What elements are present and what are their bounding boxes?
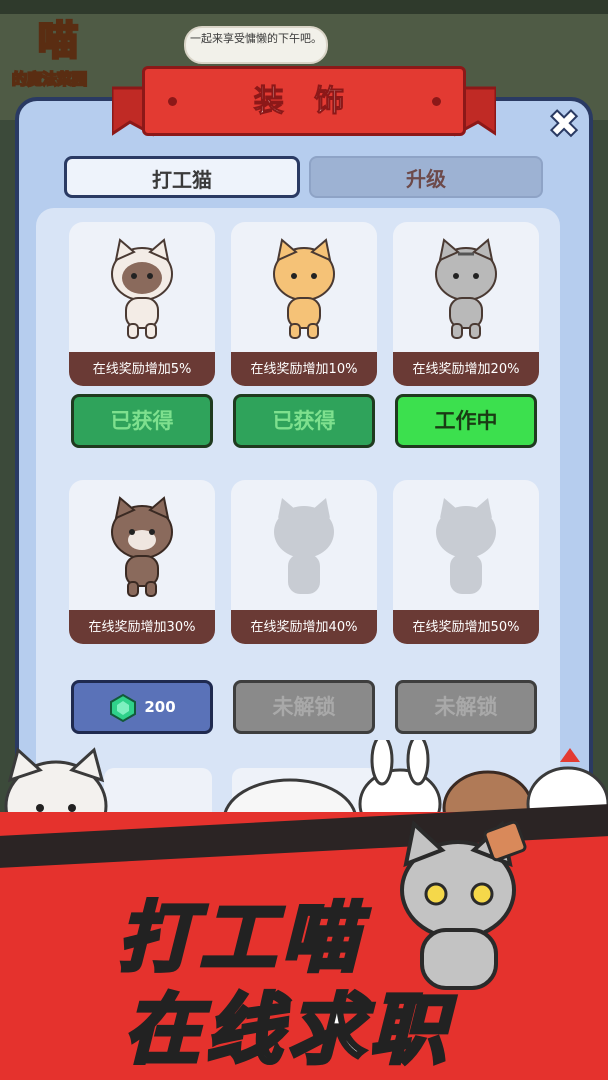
owned-button[interactable]: 已获得 [71, 394, 213, 448]
tab-upgrade[interactable]: 升级 [309, 156, 543, 198]
bonus-label: 在线奖励增加30% [69, 610, 215, 644]
cat-card[interactable]: 在线奖励增加5% [69, 222, 215, 386]
cat-card[interactable]: 在线奖励增加10% [231, 222, 377, 386]
bonus-label: 在线奖励增加40% [231, 610, 377, 644]
bonus-label: 在线奖励增加20% [393, 352, 539, 386]
logo-sub: 的魔法菜园 [11, 69, 88, 89]
cat-card[interactable]: 在线奖励增加50% [393, 480, 539, 644]
cat-gray-tabby-icon [435, 238, 497, 339]
cat-card[interactable]: 在线奖励增加40% [231, 480, 377, 644]
bonus-label: 在线奖励增加50% [393, 610, 539, 644]
working-button[interactable]: 工作中 [395, 394, 537, 448]
gem-icon [110, 693, 137, 722]
cat-silhouette-icon [436, 498, 496, 594]
cat-silhouette-icon [274, 498, 334, 594]
locked-button[interactable]: 未解锁 [395, 680, 537, 734]
buy-with-gems-button[interactable]: 200 [71, 680, 213, 734]
cat-brown-icon [111, 496, 173, 597]
speech-bubble: 一起来享受慵懒的下午吧。 [184, 26, 328, 64]
gem-price: 200 [144, 698, 176, 716]
cat-card[interactable]: 在线奖励增加30% [69, 480, 215, 644]
cat-orange-icon [273, 238, 335, 339]
bonus-label: 在线奖励增加5% [69, 352, 215, 386]
logo-main: 喵 [37, 17, 80, 66]
locked-button[interactable]: 未解锁 [233, 680, 375, 734]
dialog-title: 装 饰 [253, 84, 355, 120]
waving-cat-mascot [400, 820, 527, 990]
cat-white-hood-icon [111, 238, 173, 339]
cat-card[interactable]: 在线奖励增加20% [393, 222, 539, 386]
bonus-label: 在线奖励增加10% [231, 352, 377, 386]
close-icon[interactable]: ✖ [546, 104, 582, 144]
tab-working-cat[interactable]: 打工猫 [64, 156, 300, 198]
owned-button[interactable]: 已获得 [233, 394, 375, 448]
game-logo: 喵 的魔法菜园 [10, 8, 120, 92]
